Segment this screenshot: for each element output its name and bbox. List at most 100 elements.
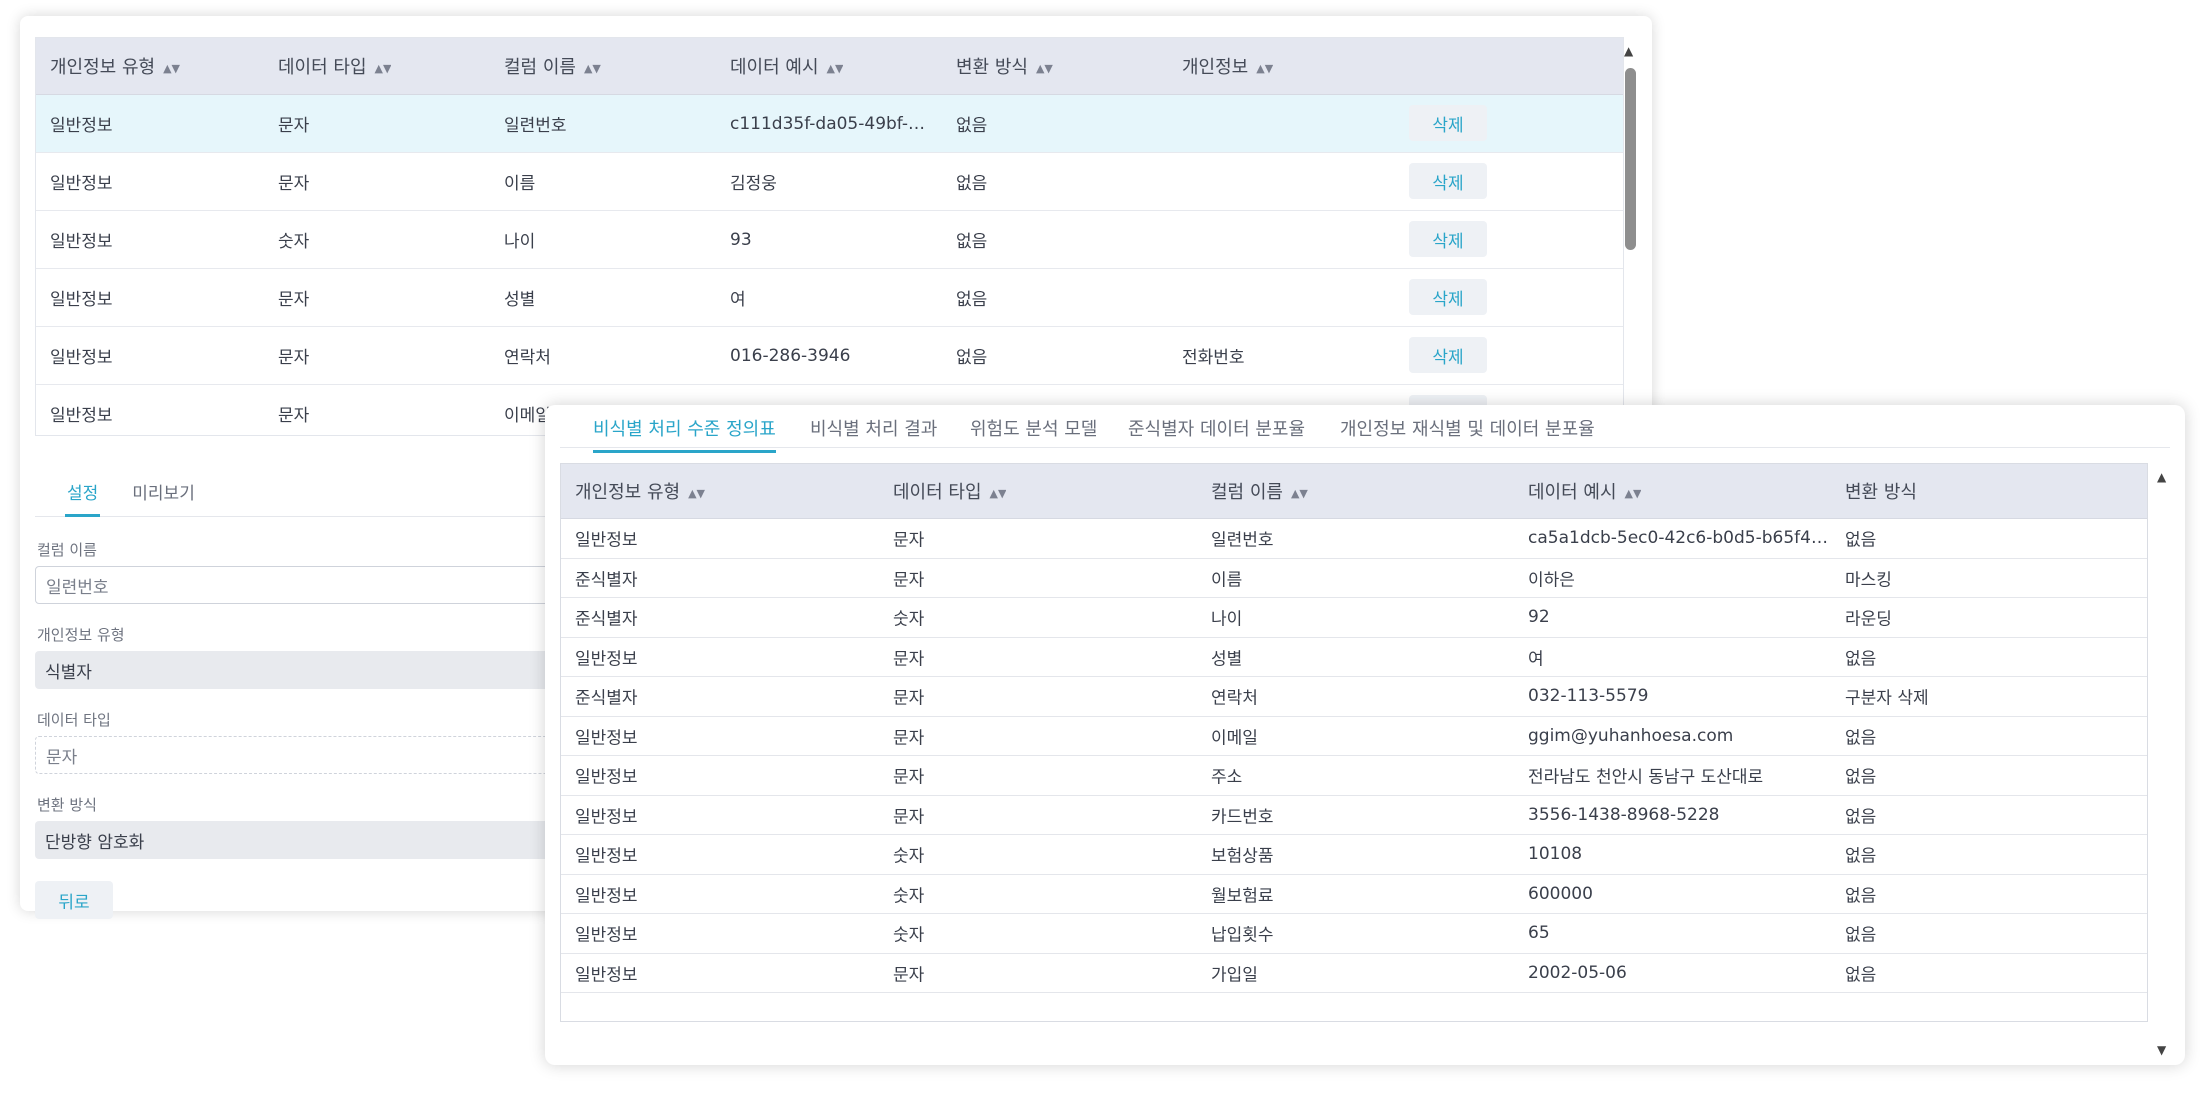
data-type-cell: 문자 (893, 570, 925, 591)
table-row[interactable]: 일반정보 숫자 월보험료 600000 없음 (561, 875, 2147, 914)
scroll-up-icon[interactable]: ▲ (2157, 470, 2166, 484)
method-cell: 없음 (1845, 728, 1877, 749)
pii-type-cell: 일반정보 (50, 174, 113, 194)
example-cell: ggim@yuhanhoesa.com (1528, 725, 1734, 746)
sort-icon[interactable]: ▲▼ (827, 62, 844, 75)
method-cell: 없음 (1845, 767, 1877, 788)
tab-deid-result[interactable]: 비식별 처리 결과 (810, 415, 937, 441)
column-name-cell: 이메일 (1211, 728, 1258, 749)
tab-reidentification-distribution[interactable]: 개인정보 재식별 및 데이터 분포율 (1340, 415, 1595, 441)
data-type-field[interactable]: 문자 (35, 736, 555, 774)
header-method[interactable]: 변환 방식 ▲▼ (956, 53, 1053, 79)
data-type-cell: 문자 (278, 174, 310, 194)
table-row[interactable]: 일반정보 숫자 납입횟수 65 없음 (561, 914, 2147, 954)
delete-button[interactable]: 삭제 (1409, 337, 1487, 373)
pii-type-cell: 일반정보 (50, 116, 113, 136)
pii-type-cell: 일반정보 (575, 925, 638, 946)
data-type-cell: 숫자 (893, 609, 925, 630)
method-cell: 없음 (1845, 530, 1877, 551)
method-cell: 마스킹 (1845, 570, 1892, 591)
example-cell: 전라남도 천안시 동남구 도산대로 (1528, 767, 1764, 788)
header-pii-type[interactable]: 개인정보 유형 ▲▼ (575, 478, 705, 504)
header-pii[interactable]: 개인정보 ▲▼ (1182, 53, 1273, 79)
tab-settings[interactable]: 설정 (64, 479, 101, 517)
sort-icon[interactable]: ▲▼ (584, 62, 601, 75)
header-data-type[interactable]: 데이터 타입 ▲▼ (278, 53, 391, 79)
back-button[interactable]: 뒤로 (35, 881, 113, 919)
tab-deid-level-definition[interactable]: 비식별 처리 수준 정의표 (593, 415, 776, 453)
scroll-down-icon[interactable]: ▼ (2157, 1043, 2166, 1057)
data-type-cell: 문자 (278, 116, 310, 136)
table-row[interactable]: 일반정보 문자 카드번호 3556-1438-8968-5228 없음 (561, 796, 2147, 835)
table-row[interactable]: 일반정보 숫자 보험상품 10108 없음 (561, 835, 2147, 875)
column-name-cell: 성별 (1211, 649, 1243, 670)
table-header: 개인정보 유형 ▲▼ 데이터 타입 ▲▼ 컬럼 이름 ▲▼ 데이터 예시 ▲▼ 변환 방… (36, 38, 1623, 95)
header-column-name[interactable]: 컬럼 이름 ▲▼ (1211, 478, 1308, 504)
table-row[interactable]: 일반정보 문자 일련번호 ca5a1dcb-5ec0-42c6-b0d5-b65f45… (561, 519, 2147, 559)
column-name-cell: 납입횟수 (1211, 925, 1274, 946)
method-select[interactable]: 단방향 암호화 (35, 821, 555, 859)
data-type-cell: 문자 (893, 767, 925, 788)
column-name-cell: 주소 (1211, 767, 1243, 788)
header-pii-type[interactable]: 개인정보 유형 ▲▼ (50, 53, 180, 79)
delete-button[interactable]: 삭제 (1409, 279, 1487, 315)
sort-icon[interactable]: ▲▼ (163, 62, 180, 75)
scroll-thumb[interactable] (1625, 68, 1636, 250)
scroll-up-icon[interactable]: ▲ (1624, 44, 1633, 58)
vertical-scrollbar[interactable]: ▲ (1620, 44, 1640, 256)
header-column-name[interactable]: 컬럼 이름 ▲▼ (504, 53, 601, 79)
table-row[interactable]: 준식별자 문자 이름 이하은 마스킹 (561, 559, 2147, 598)
delete-button[interactable]: 삭제 (1409, 163, 1487, 199)
pii-type-cell: 일반정보 (50, 348, 113, 368)
example-cell: 92 (1528, 607, 1550, 628)
table-row[interactable]: 일반정보 문자 성별 여 없음 (561, 638, 2147, 677)
column-name-cell: 일련번호 (1211, 530, 1274, 551)
tab-preview[interactable]: 미리보기 (132, 479, 195, 516)
table-row[interactable]: 일반정보 문자 일련번호 c111d35f-da05-49bf-ae2… 없음 삭제 (36, 95, 1623, 153)
sort-icon[interactable]: ▲▼ (375, 62, 392, 75)
data-type-cell: 문자 (893, 965, 925, 986)
pii-type-cell: 일반정보 (50, 406, 113, 426)
sort-icon[interactable]: ▲▼ (1036, 62, 1053, 75)
sort-icon[interactable]: ▲▼ (688, 487, 705, 500)
header-example[interactable]: 데이터 예시 ▲▼ (730, 53, 843, 79)
settings-panel: 설정 미리보기 컬럼 이름 일련번호 개인정보 유형 식별자 데이터 타입 문자… (35, 460, 555, 919)
tab-quasi-identifier-distribution[interactable]: 준식별자 데이터 분포율 (1128, 415, 1305, 441)
example-cell: c111d35f-da05-49bf-ae2… (730, 113, 930, 134)
delete-button[interactable]: 삭제 (1409, 221, 1487, 257)
delete-button[interactable]: 삭제 (1409, 105, 1487, 141)
pii-type-select[interactable]: 식별자 (35, 651, 555, 689)
table-row[interactable]: 일반정보 문자 이메일 ggim@yuhanhoesa.com 없음 (561, 717, 2147, 756)
column-list-table: 개인정보 유형 ▲▼ 데이터 타입 ▲▼ 컬럼 이름 ▲▼ 데이터 예시 ▲▼ 변환 방… (35, 37, 1624, 436)
table-row[interactable]: 준식별자 문자 연락처 032-113-5579 구분자 삭제 (561, 677, 2147, 717)
pii-type-cell: 일반정보 (50, 290, 113, 310)
deid-definition-table: 개인정보 유형 ▲▼ 데이터 타입 ▲▼ 컬럼 이름 ▲▼ 데이터 예시 ▲▼ 변환 방… (560, 463, 2148, 1022)
pii-cell: 전화번호 (1182, 348, 1245, 368)
sort-icon[interactable]: ▲▼ (1291, 487, 1308, 500)
example-cell: 이하은 (1528, 570, 1575, 591)
header-example[interactable]: 데이터 예시 ▲▼ (1528, 478, 1641, 504)
table-row[interactable]: 일반정보 문자 주소 전라남도 천안시 동남구 도산대로 없음 (561, 756, 2147, 796)
tab-risk-model[interactable]: 위험도 분석 모델 (970, 415, 1097, 441)
column-name-cell: 나이 (504, 232, 536, 252)
header-data-type[interactable]: 데이터 타입 ▲▼ (893, 478, 1006, 504)
table-row[interactable]: 준식별자 숫자 나이 92 라운딩 (561, 598, 2147, 638)
sort-icon[interactable]: ▲▼ (1625, 487, 1642, 500)
table-row[interactable]: 일반정보 숫자 나이 93 없음 삭제 (36, 211, 1623, 269)
table-row[interactable]: 일반정보 문자 연락처 016-286-3946 없음 전화번호 삭제 (36, 327, 1623, 385)
column-name-field[interactable]: 일련번호 (35, 566, 555, 604)
result-tabs: 비식별 처리 수준 정의표 비식별 처리 결과 위험도 분석 모델 준식별자 데… (560, 405, 2170, 453)
table-row[interactable]: 일반정보 문자 성별 여 없음 삭제 (36, 269, 1623, 327)
table-row[interactable]: 일반정보 문자 가입일 2002-05-06 없음 (561, 954, 2147, 993)
example-cell: 032-113-5579 (1528, 686, 1649, 707)
sort-icon[interactable]: ▲▼ (990, 487, 1007, 500)
column-name-cell: 연락처 (504, 348, 551, 368)
header-method: 변환 방식 (1845, 482, 1917, 503)
data-type-cell: 문자 (893, 649, 925, 670)
table-row[interactable]: 일반정보 문자 이름 김정웅 없음 삭제 (36, 153, 1623, 211)
column-name-cell: 보험상품 (1211, 846, 1274, 867)
pii-type-cell: 일반정보 (575, 965, 638, 986)
pii-type-cell: 일반정보 (575, 767, 638, 788)
column-name-cell: 이름 (1211, 570, 1243, 591)
sort-icon[interactable]: ▲▼ (1256, 62, 1273, 75)
